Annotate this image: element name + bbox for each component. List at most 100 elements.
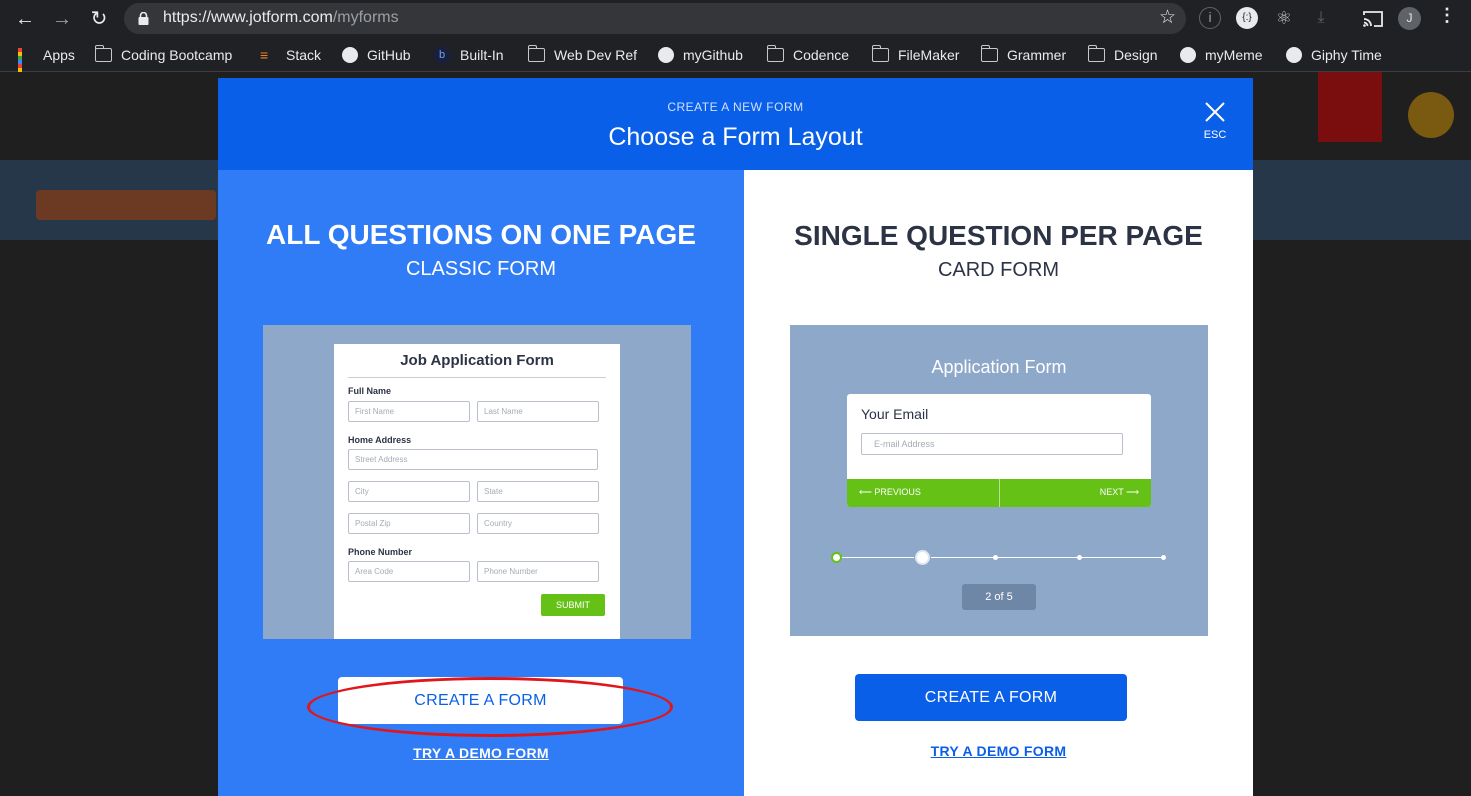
bookmark-mygithub[interactable]: myGithub xyxy=(658,45,743,65)
url-path: /myforms xyxy=(332,9,399,26)
last-name-field: Last Name xyxy=(477,401,599,422)
bookmark-label: Coding Bootcamp xyxy=(121,47,233,63)
bookmark-star-icon[interactable]: ☆ xyxy=(1159,6,1176,29)
close-icon[interactable] xyxy=(1203,100,1227,124)
esc-label[interactable]: ESC xyxy=(1201,129,1229,141)
bookmark-label: FileMaker xyxy=(898,47,960,63)
apps-grid-icon xyxy=(18,48,34,84)
bookmark-label: Apps xyxy=(43,47,75,63)
extension-info-icon[interactable]: i xyxy=(1199,7,1221,29)
bookmark-design[interactable]: Design xyxy=(1087,45,1158,65)
globe-icon xyxy=(658,47,674,63)
card-navigation-bar: ⟵ PREVIOUS NEXT ⟶ xyxy=(847,479,1151,507)
home-address-label: Home Address xyxy=(348,435,412,445)
full-name-label: Full Name xyxy=(348,386,392,396)
bookmark-label: Codence xyxy=(793,47,850,63)
bookmark-label: Grammer xyxy=(1007,47,1067,63)
browser-toolbar: ← → ↻ https://www.jotform.com/myforms ☆ … xyxy=(0,0,1471,37)
modal-subtitle: CREATE A NEW FORM xyxy=(667,100,804,114)
nav-divider xyxy=(999,479,1000,507)
previous-button: ⟵ PREVIOUS xyxy=(859,487,921,498)
cast-icon[interactable] xyxy=(1362,10,1384,28)
preview-form-title: Job Application Form xyxy=(400,352,554,369)
red-highlight-annotation xyxy=(307,677,673,737)
progress-step-1 xyxy=(831,552,842,563)
modal-title: Choose a Form Layout xyxy=(608,123,863,151)
preview-submit-button: SUBMIT xyxy=(541,594,605,616)
download-icon[interactable]: ⤓ xyxy=(1310,7,1332,29)
back-button[interactable]: ← xyxy=(12,6,38,32)
background-banner xyxy=(1318,72,1382,142)
url-host: https://www.jotform.com xyxy=(163,9,333,26)
bookmark-web-dev-ref[interactable]: Web Dev Ref xyxy=(527,45,637,65)
arrow-right-icon: ⟶ xyxy=(1123,487,1139,497)
phone-number-field: Phone Number xyxy=(477,561,599,582)
bookmark-github[interactable]: GitHub xyxy=(342,45,411,65)
bookmark-built-in[interactable]: b Built-In xyxy=(433,45,504,65)
preview-card-title: Application Form xyxy=(931,357,1067,377)
card-try-demo-link[interactable]: TRY A DEMO FORM xyxy=(744,743,1253,759)
bookmark-codence[interactable]: Codence xyxy=(766,45,850,65)
classic-heading: ALL QUESTIONS ON ONE PAGE xyxy=(266,219,696,250)
choose-layout-modal: CREATE A NEW FORM Choose a Form Layout E… xyxy=(218,78,1253,796)
previous-label: PREVIOUS xyxy=(874,487,921,497)
classic-form-preview: Job Application Form Full Name First Nam… xyxy=(263,325,691,639)
bookmark-label: Web Dev Ref xyxy=(554,47,637,63)
lock-icon xyxy=(138,12,149,25)
card-form-panel[interactable]: SINGLE QUESTION PER PAGE CARD FORM Appli… xyxy=(744,170,1253,796)
bookmark-label: Design xyxy=(1114,47,1158,63)
card-create-form-button[interactable]: CREATE A FORM xyxy=(855,674,1127,721)
folder-icon xyxy=(871,45,889,62)
first-name-field: First Name xyxy=(348,401,470,422)
progress-track xyxy=(837,557,1164,558)
phone-number-label: Phone Number xyxy=(348,547,413,557)
globe-icon xyxy=(1180,47,1196,63)
arrow-left-icon: ⟵ xyxy=(859,487,875,497)
card-form-preview: Application Form Your Email E-mail Addre… xyxy=(790,325,1208,636)
builtin-icon: b xyxy=(433,46,451,64)
bookmark-label: Stack xyxy=(286,47,322,63)
url-text: https://www.jotform.com/myforms xyxy=(163,9,399,27)
classic-form-panel[interactable]: ALL QUESTIONS ON ONE PAGE CLASSIC FORM J… xyxy=(218,170,744,796)
background-button xyxy=(36,190,216,220)
address-bar[interactable]: https://www.jotform.com/myforms ☆ xyxy=(124,3,1186,34)
next-label: NEXT xyxy=(1099,487,1124,497)
background-avatar xyxy=(1408,92,1454,138)
next-button: NEXT ⟶ xyxy=(1100,487,1139,498)
bookmark-label: myMeme xyxy=(1205,47,1263,63)
forward-button[interactable]: → xyxy=(49,6,75,32)
classic-try-demo-link[interactable]: TRY A DEMO FORM xyxy=(218,745,744,761)
bookmark-mymeme[interactable]: myMeme xyxy=(1180,45,1263,65)
bookmark-filemaker[interactable]: FileMaker xyxy=(871,45,960,65)
job-application-form: Job Application Form Full Name First Nam… xyxy=(334,344,620,639)
bookmark-coding-bootcamp[interactable]: Coding Bootcamp xyxy=(94,45,233,65)
bookmark-label: Built-In xyxy=(460,47,504,63)
reload-button[interactable]: ↻ xyxy=(86,6,112,32)
bookmark-apps[interactable]: Apps xyxy=(18,45,75,84)
bookmark-grammer[interactable]: Grammer xyxy=(980,45,1067,65)
profile-avatar[interactable]: J xyxy=(1398,7,1421,30)
city-field: City xyxy=(348,481,470,502)
folder-icon xyxy=(94,45,112,62)
street-address-field: Street Address xyxy=(348,449,598,470)
state-field: State xyxy=(477,481,599,502)
divider xyxy=(348,377,606,378)
bookmark-giphy-time[interactable]: Giphy Time xyxy=(1286,45,1382,65)
folder-icon xyxy=(1087,45,1105,62)
area-code-field: Area Code xyxy=(348,561,470,582)
progress-step-4 xyxy=(1077,555,1082,560)
bookmark-label: Giphy Time xyxy=(1311,47,1382,63)
card-question-label: Your Email xyxy=(861,406,929,422)
extension-json-icon[interactable]: {:} xyxy=(1236,7,1258,29)
stackoverflow-icon: ≡ xyxy=(260,47,269,63)
react-devtools-icon[interactable]: ⚛ xyxy=(1273,7,1295,29)
folder-icon xyxy=(766,45,784,62)
card-heading: SINGLE QUESTION PER PAGE xyxy=(794,220,1203,251)
bookmark-stack[interactable]: ≡ Stack xyxy=(260,45,321,65)
folder-icon xyxy=(980,45,998,62)
browser-menu-icon[interactable]: ⋮ xyxy=(1438,5,1456,26)
postal-zip-field: Postal Zip xyxy=(348,513,470,534)
bookmarks-bar: Apps Coding Bootcamp ≡ Stack GitHub b Bu… xyxy=(0,37,1471,84)
card-question-box: Your Email E-mail Address ⟵ PREVIOUS NEX… xyxy=(847,394,1151,507)
email-field: E-mail Address xyxy=(861,433,1123,455)
